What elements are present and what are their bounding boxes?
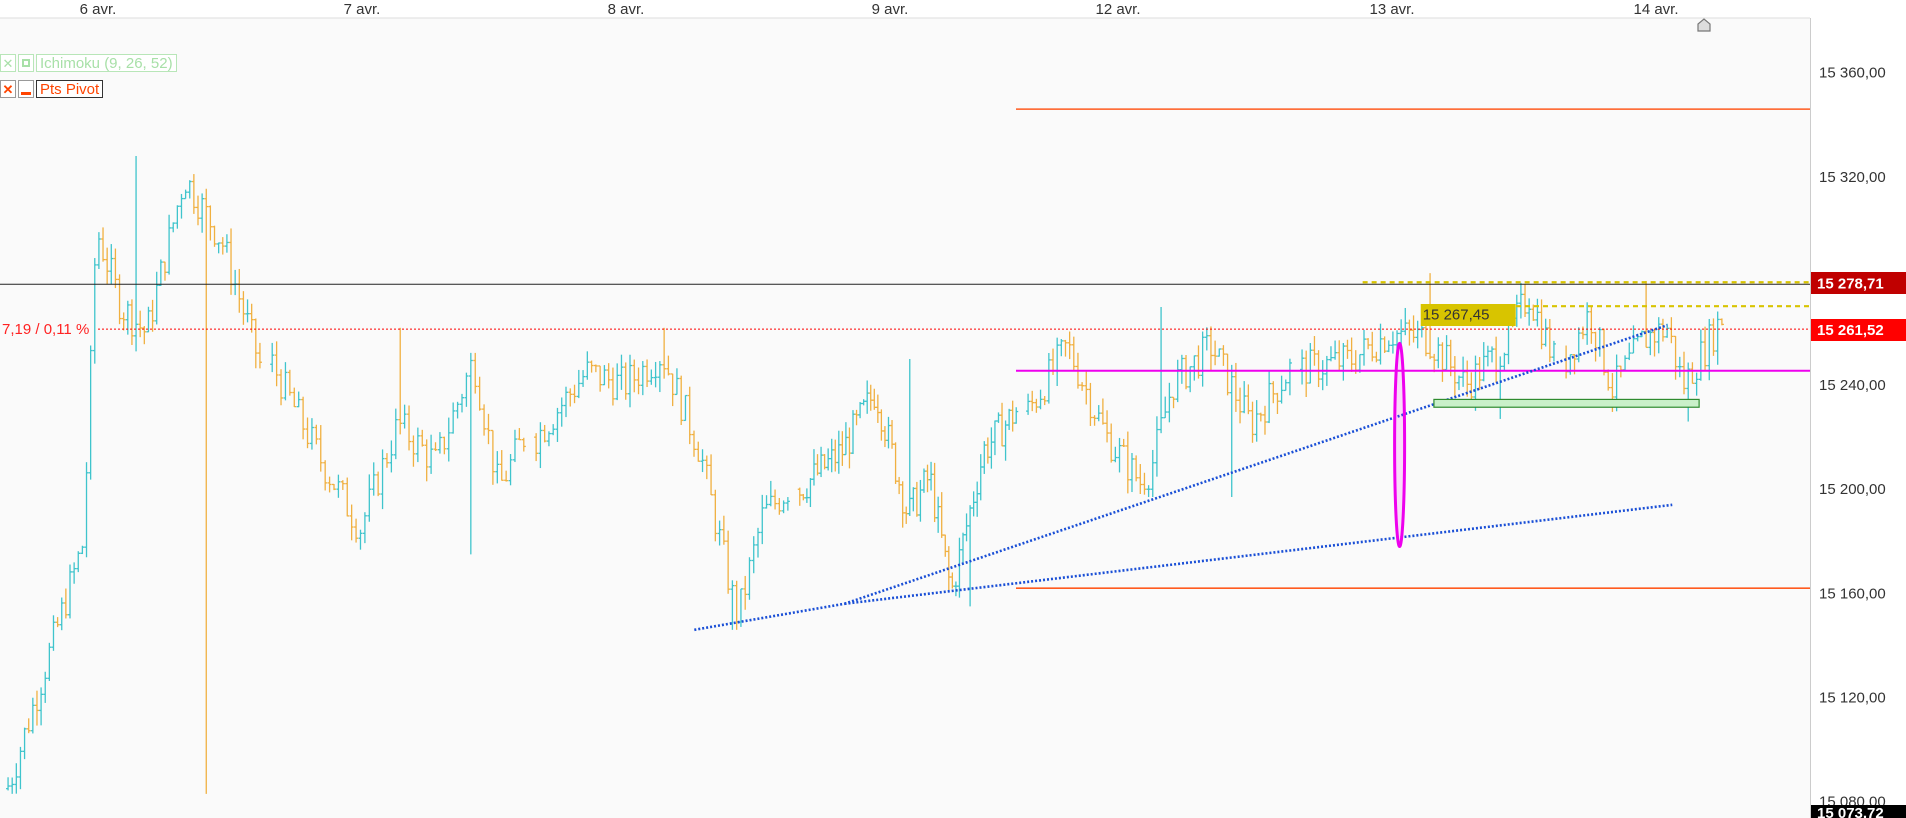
highlight-ellipse [1393, 341, 1407, 549]
variation-label: 7,19 / 0,11 % [2, 321, 89, 338]
y-tick-label: 15 320,00 [1819, 169, 1886, 186]
close-icon[interactable]: ✕ [0, 54, 16, 72]
plot-background [0, 18, 1810, 818]
price-badge: 15 278,71 [1811, 272, 1906, 294]
price-badge-text: 15 073,72 [1817, 805, 1884, 818]
x-tick-label: 12 avr. [1095, 1, 1140, 18]
y-axis: 15 080,0015 120,0015 160,0015 200,0015 2… [1810, 18, 1886, 818]
close-icon[interactable]: ✕ [0, 80, 16, 98]
price-chart[interactable]: 7,19 / 0,11 % 6 avr. 7 avr. 8 avr. 9 avr. 12… [0, 0, 1906, 818]
settings-square-icon[interactable] [18, 54, 34, 72]
price-badge-text: 15 278,71 [1817, 275, 1884, 292]
y-tick-label: 15 240,00 [1819, 377, 1886, 394]
x-axis: 6 avr. 7 avr. 8 avr. 9 avr. 12 avr. 13 avr. 14… [0, 1, 1810, 19]
home-icon[interactable] [1697, 18, 1711, 32]
x-tick-label: 6 avr. [80, 1, 117, 18]
x-tick-label: 13 avr. [1369, 1, 1414, 18]
x-tick-label: 14 avr. [1633, 1, 1678, 18]
price-badge: 15 073,72 [1811, 805, 1906, 818]
x-tick-label: 8 avr. [608, 1, 645, 18]
y-tick-label: 15 360,00 [1819, 65, 1886, 82]
support-zone [1433, 398, 1700, 408]
legend-pivot-label[interactable]: Pts Pivot [36, 80, 104, 98]
price-badge-text: 15 261,52 [1817, 322, 1884, 339]
price-badge: 15 261,52 [1811, 319, 1906, 341]
legend-ichimoku-label[interactable]: Ichimoku (9, 26, 52) [36, 54, 177, 72]
price-badge-text: 15 267,45 [1423, 307, 1490, 324]
legend-pivot: ✕ Pts Pivot [0, 79, 104, 99]
x-tick-label: 7 avr. [344, 1, 381, 18]
y-tick-label: 15 200,00 [1819, 481, 1886, 498]
price-badge: 15 267,45 [1420, 304, 1516, 326]
line-style-icon[interactable] [18, 80, 34, 98]
y-tick-label: 15 120,00 [1819, 690, 1886, 707]
x-tick-label: 9 avr. [872, 1, 909, 18]
y-tick-label: 15 160,00 [1819, 585, 1886, 602]
legend-ichimoku: ✕ Ichimoku (9, 26, 52) [0, 53, 177, 73]
